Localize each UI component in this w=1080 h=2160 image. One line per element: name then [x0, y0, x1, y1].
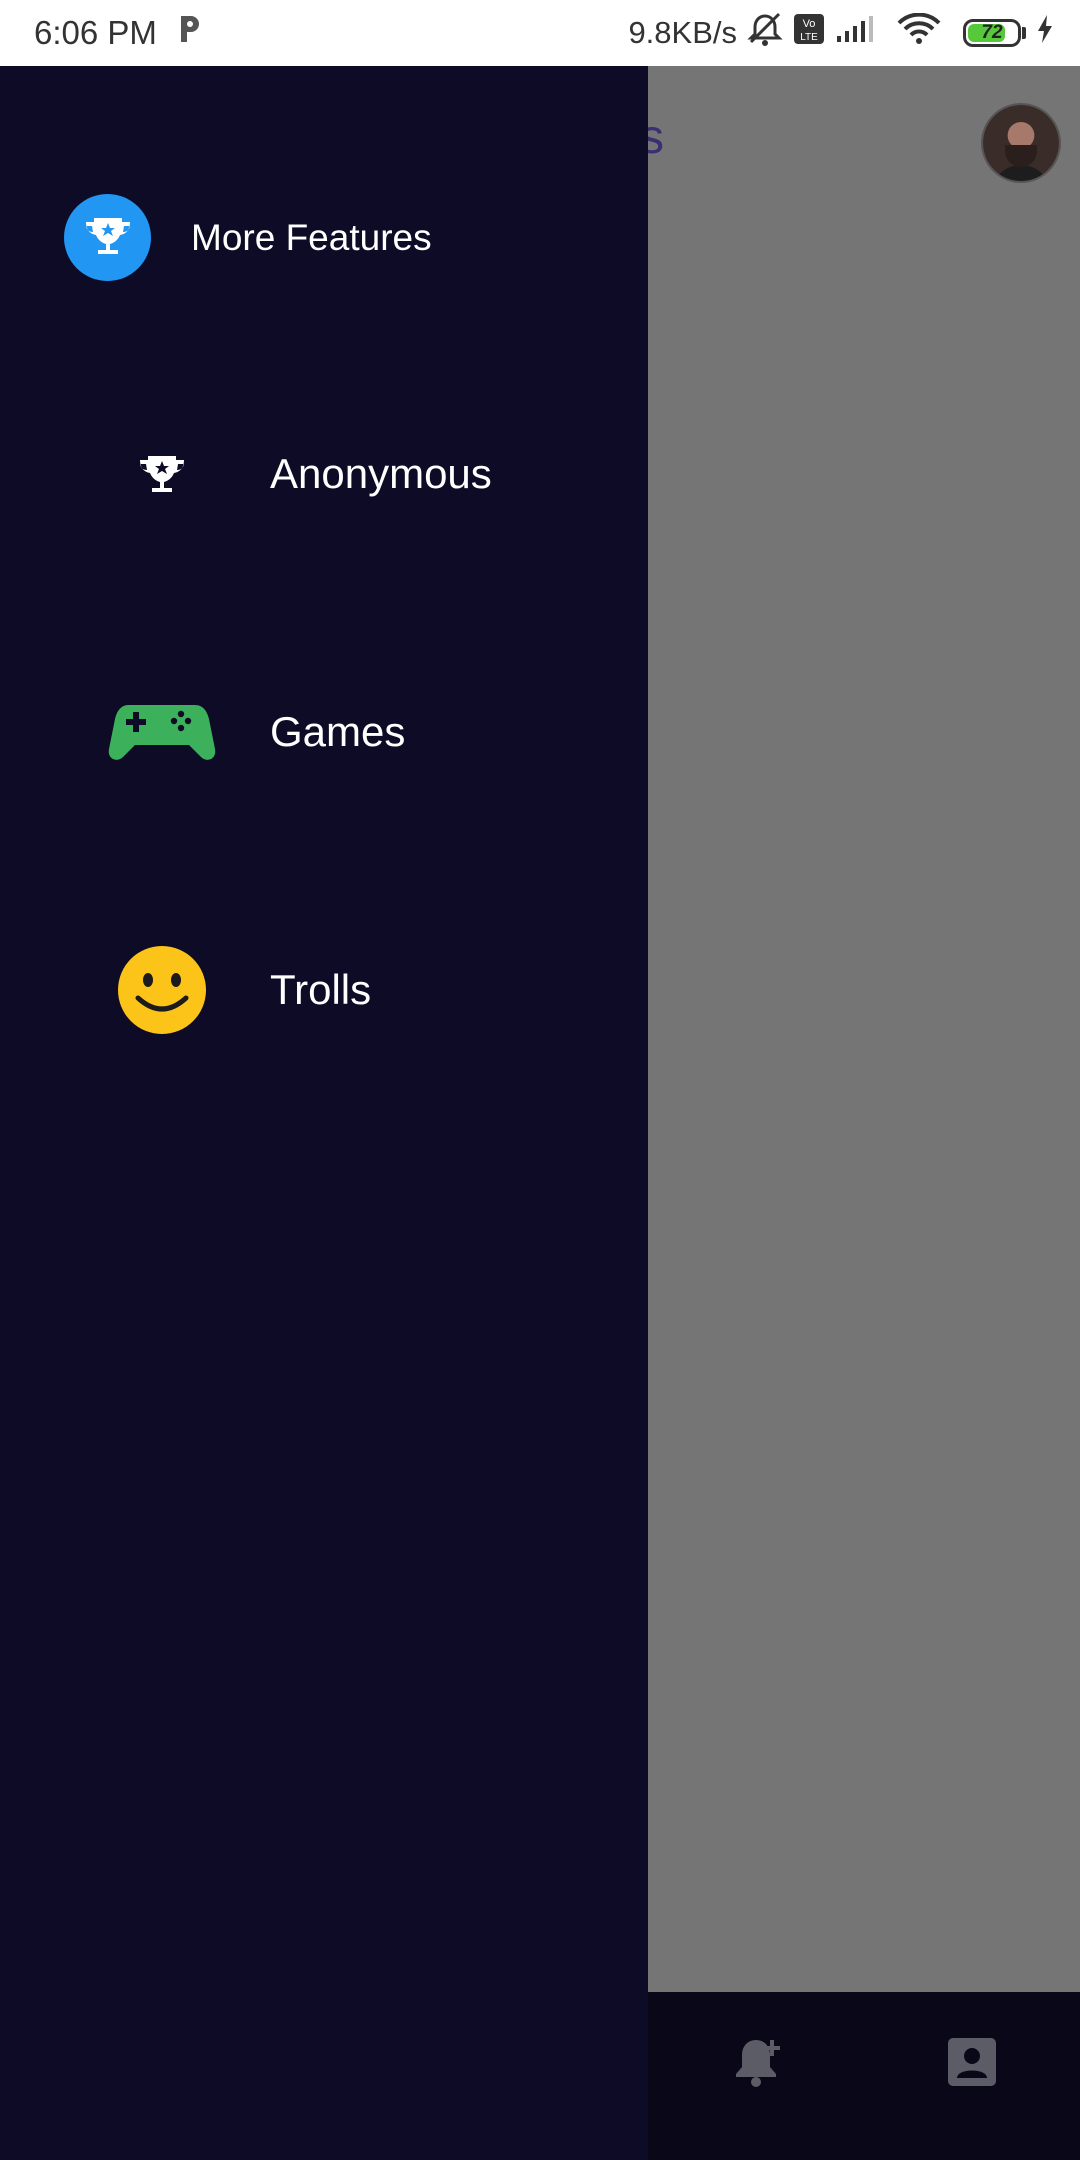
svg-text:LTE: LTE: [800, 32, 818, 43]
trophy-icon: [82, 214, 134, 262]
menu-item-anonymous[interactable]: Anonymous: [0, 404, 648, 544]
menu-item-label: Anonymous: [270, 450, 492, 497]
menu-item-trolls[interactable]: Trolls: [0, 920, 648, 1060]
drawer-header-title: More Features: [191, 216, 432, 258]
add-alert-icon[interactable]: [730, 2032, 790, 2092]
avatar[interactable]: [983, 105, 1059, 181]
smiley-icon: [102, 935, 222, 1045]
status-right: 9.8KB/s Vo LTE 72: [628, 12, 1054, 54]
volte-icon: Vo LTE: [793, 13, 825, 53]
battery-level: 72: [981, 22, 1003, 43]
wifi-icon: [897, 12, 941, 53]
charging-icon: [1036, 14, 1054, 52]
navigation-drawer: More Features Anonymous Games Trolls: [0, 66, 648, 2160]
contact-icon[interactable]: [942, 2032, 1002, 2092]
svg-text:Vo: Vo: [803, 18, 816, 30]
status-left: 6:06 PM: [34, 14, 203, 52]
parking-icon: [177, 14, 203, 52]
menu-item-games[interactable]: Games: [0, 662, 648, 802]
gamepad-icon: [102, 677, 222, 787]
menu-item-label: Trolls: [270, 966, 372, 1013]
signal-icon: [835, 14, 875, 52]
status-time: 6:06 PM: [34, 14, 157, 51]
trophy-icon: [102, 419, 222, 529]
network-speed: 9.8KB/s: [628, 15, 737, 50]
drawer-header[interactable]: More Features: [64, 194, 432, 281]
header-trophy-badge: [64, 194, 151, 281]
silent-bell-icon: [747, 12, 783, 54]
menu-item-label: Games: [270, 708, 406, 755]
status-bar: 6:06 PM 9.8KB/s Vo LTE 72: [0, 0, 1080, 66]
battery-icon: 72: [963, 19, 1026, 47]
